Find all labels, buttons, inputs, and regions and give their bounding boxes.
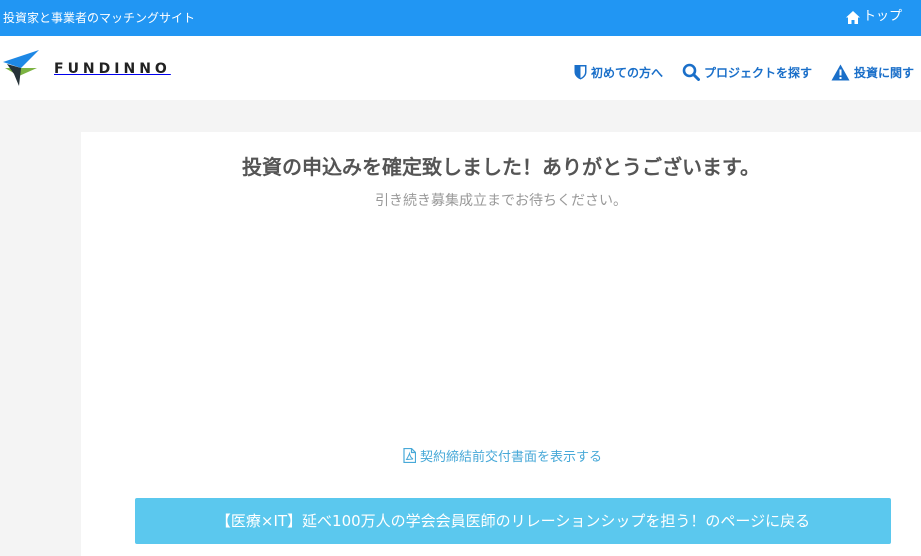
top-bar: 投資家と事業者のマッチングサイト トップ xyxy=(0,0,921,36)
site-header: FUNDINNO 初めての方へ プロジェクトを探す 投資に関す xyxy=(0,36,921,100)
nav-first-time[interactable]: 初めての方へ xyxy=(574,64,663,81)
home-icon xyxy=(846,10,860,24)
nav-find-projects-label: プロジェクトを探す xyxy=(704,65,813,80)
logo-mark-icon xyxy=(3,50,39,86)
pre-contract-document-link[interactable]: 契約締結前交付書面を表示する xyxy=(403,446,602,465)
fundinno-logo[interactable]: FUNDINNO xyxy=(3,50,171,88)
search-icon xyxy=(682,63,701,81)
pdf-file-icon xyxy=(403,448,416,463)
confirmation-card: 投資の申込みを確定致しました！ありがとうございます。 引き続き募集成立までお待ち… xyxy=(81,132,921,556)
warning-icon xyxy=(831,64,850,80)
main-nav: 初めての方へ プロジェクトを探す 投資に関す xyxy=(574,63,921,81)
page-title: 投資の申込みを確定致しました！ありがとうございます。 xyxy=(242,155,760,179)
logo-text: FUNDINNO xyxy=(54,61,171,77)
pre-contract-document-label: 契約締結前交付書面を表示する xyxy=(420,450,603,465)
site-tagline: 投資家と事業者のマッチングサイト xyxy=(3,11,196,25)
nav-about-investing-label: 投資に関す xyxy=(854,65,915,80)
nav-first-time-label: 初めての方へ xyxy=(591,65,664,80)
top-link-label: トップ xyxy=(863,9,903,24)
page-subtitle: 引き続き募集成立までお待ちください。 xyxy=(375,193,627,209)
nav-find-projects[interactable]: プロジェクトを探す xyxy=(682,63,812,81)
back-to-project-button[interactable]: 【医療×IT】延べ100万人の学会会員医師のリレーションシップを担う！のページに… xyxy=(135,498,891,544)
top-page-link[interactable]: トップ xyxy=(846,9,902,25)
nav-about-investing[interactable]: 投資に関す xyxy=(831,64,914,81)
shield-icon xyxy=(574,65,587,80)
